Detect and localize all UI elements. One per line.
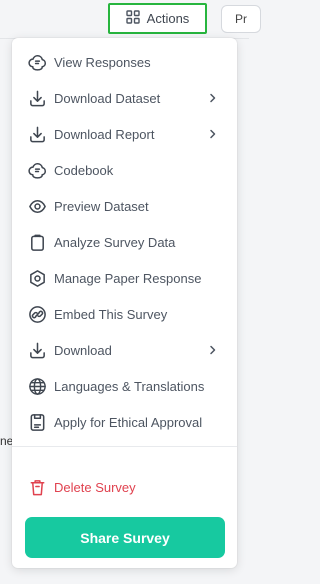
menu-divider — [12, 446, 237, 447]
grid-icon — [125, 10, 140, 27]
download-icon — [28, 125, 47, 144]
chevron-right-icon — [208, 93, 217, 103]
approval-doc-icon — [28, 413, 47, 432]
menu-item-label: Codebook — [54, 162, 114, 178]
actions-menu: View Responses Download Dataset Download… — [12, 38, 237, 568]
actions-button[interactable]: Actions — [108, 3, 207, 34]
download-icon — [28, 341, 47, 360]
download-icon — [28, 89, 47, 108]
chevron-right-icon — [208, 129, 217, 139]
menu-item-manage-paper-response[interactable]: Manage Paper Response — [12, 263, 237, 293]
trash-icon — [28, 478, 47, 497]
menu-item-label: Embed This Survey — [54, 306, 168, 322]
share-survey-button[interactable]: Share Survey — [25, 517, 225, 558]
menu-item-apply-ethical-approval[interactable]: Apply for Ethical Approval — [12, 407, 237, 437]
menu-item-codebook[interactable]: Codebook — [12, 155, 237, 185]
actions-label: Actions — [146, 11, 190, 26]
menu-item-download-dataset[interactable]: Download Dataset — [12, 83, 237, 113]
menu-item-download-report[interactable]: Download Report — [12, 119, 237, 149]
delete-survey-button[interactable]: Delete Survey — [12, 472, 237, 502]
menu-item-label: Download Dataset — [54, 90, 161, 106]
menu-item-download[interactable]: Download — [12, 335, 237, 365]
menu-item-languages-translations[interactable]: Languages & Translations — [12, 371, 237, 401]
partial-button[interactable]: Pr — [221, 5, 261, 33]
hexagon-gear-icon — [28, 269, 47, 288]
menu-item-label: Manage Paper Response — [54, 270, 202, 286]
menu-item-label: Languages & Translations — [54, 378, 205, 394]
menu-item-label: Apply for Ethical Approval — [54, 414, 203, 430]
cloud-doc-icon — [28, 53, 47, 72]
menu-item-label: Download — [54, 342, 112, 358]
menu-item-label: Analyze Survey Data — [54, 234, 176, 250]
menu-item-analyze-survey-data[interactable]: Analyze Survey Data — [12, 227, 237, 257]
menu-item-label: Preview Dataset — [54, 198, 149, 214]
menu-item-label: View Responses — [54, 54, 151, 70]
menu-item-view-responses[interactable]: View Responses — [12, 47, 237, 77]
codebook-icon — [28, 161, 47, 180]
link-icon — [28, 305, 47, 324]
menu-item-embed-this-survey[interactable]: Embed This Survey — [12, 299, 237, 329]
eye-icon — [28, 197, 47, 216]
menu-item-preview-dataset[interactable]: Preview Dataset — [12, 191, 237, 221]
menu-item-label: Download Report — [54, 126, 155, 142]
delete-survey-label: Delete Survey — [54, 479, 136, 495]
clipboard-icon — [28, 233, 47, 252]
chevron-right-icon — [208, 345, 217, 355]
globe-icon — [28, 377, 47, 396]
